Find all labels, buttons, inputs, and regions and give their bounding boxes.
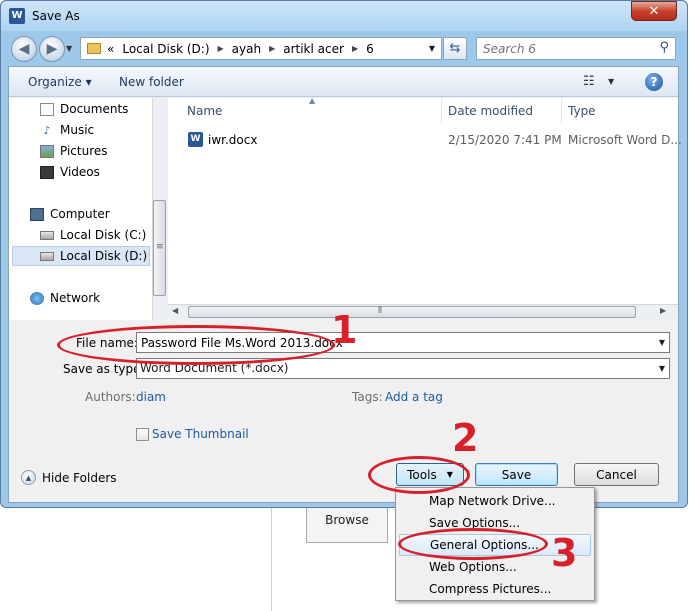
chevron-right-icon[interactable]: ▶	[218, 44, 224, 53]
chevron-down-icon[interactable]: ▼	[659, 338, 665, 347]
close-button[interactable]: ✕	[631, 1, 677, 21]
word-app-icon: W	[9, 8, 25, 24]
help-button[interactable]: ?	[645, 73, 663, 91]
new-folder-button[interactable]: New folder	[119, 75, 184, 89]
breadcrumb-artikl-acer[interactable]: artikl acer	[283, 42, 344, 56]
file-name-cell[interactable]: iwr.docx	[208, 133, 257, 147]
nav-item-pictures[interactable]: Pictures	[40, 141, 108, 161]
chevron-up-icon[interactable]: ▲	[21, 470, 36, 485]
chevron-down-icon[interactable]: ▼	[659, 359, 665, 378]
chevron-down-icon[interactable]: ▼	[608, 77, 614, 86]
column-divider[interactable]	[441, 99, 442, 123]
nav-item-label: Pictures	[60, 144, 108, 158]
file-list	[168, 98, 678, 304]
nav-item-music[interactable]: ♪ Music	[40, 120, 94, 140]
add-tag-link[interactable]: Add a tag	[385, 390, 443, 404]
nav-item-local-disk-d[interactable]: Local Disk (D:)	[40, 246, 147, 266]
nav-item-label: Computer	[50, 207, 110, 221]
forward-button[interactable]: ▶	[39, 36, 65, 62]
refresh-icon: ⇆	[449, 41, 461, 56]
drive-icon	[40, 251, 54, 261]
documents-icon	[40, 102, 54, 116]
address-bar[interactable]: « Local Disk (D:) ▶ ayah ▶ artikl acer ▶…	[80, 37, 442, 60]
cancel-button[interactable]: Cancel	[574, 463, 659, 486]
sort-ascending-icon: ▲	[309, 96, 316, 105]
nav-item-network[interactable]: Network	[30, 288, 100, 308]
save-as-type-label: Save as type:	[63, 362, 145, 376]
annotation-number-2: 2	[452, 416, 479, 460]
nav-item-label: Documents	[60, 102, 129, 116]
tags-label: Tags:	[352, 390, 383, 404]
folder-icon	[87, 43, 101, 54]
scroll-right-icon[interactable]: ▶	[660, 306, 666, 315]
save-button[interactable]: Save	[475, 463, 558, 486]
nav-item-documents[interactable]: Documents	[40, 99, 128, 119]
file-date-cell: 2/15/2020 7:41 PM	[448, 133, 562, 147]
column-divider[interactable]	[561, 99, 562, 123]
grip-icon: ≡	[156, 242, 164, 252]
music-icon: ♪	[43, 123, 51, 137]
nav-item-local-disk-c[interactable]: Local Disk (C:)	[40, 225, 146, 245]
file-type-cell: Microsoft Word D...	[568, 133, 682, 147]
annotation-number-3: 3	[551, 531, 578, 575]
background-divider	[271, 505, 272, 611]
save-thumbnail-checkbox[interactable]	[136, 428, 149, 441]
scroll-left-icon[interactable]: ◀	[172, 306, 178, 315]
breadcrumb-local-disk-d[interactable]: Local Disk (D:)	[122, 42, 209, 56]
chevron-right-icon[interactable]: ▶	[269, 44, 275, 53]
pictures-icon	[40, 144, 54, 158]
authors-value[interactable]: diam	[136, 390, 166, 404]
annotation-ellipse-filename	[57, 325, 335, 365]
arrow-left-icon: ◀	[18, 41, 30, 57]
breadcrumb-6[interactable]: 6	[366, 42, 374, 56]
column-header-name[interactable]: Name	[187, 104, 222, 118]
column-header-type[interactable]: Type	[568, 104, 596, 118]
nav-item-computer[interactable]: Computer	[30, 204, 110, 224]
command-bar	[9, 67, 678, 97]
authors-label: Authors:	[85, 390, 136, 404]
search-input[interactable]	[477, 38, 647, 59]
search-icon[interactable]: ⚲	[659, 40, 669, 55]
chevron-right-icon[interactable]: ▶	[352, 44, 358, 53]
drive-icon	[40, 230, 54, 240]
annotation-number-1: 1	[331, 308, 358, 352]
grip-icon: ⦀	[378, 306, 382, 316]
nav-item-label: Local Disk (D:)	[60, 249, 148, 263]
hide-folders-button[interactable]: Hide Folders	[42, 471, 117, 485]
word-document-icon: W	[188, 132, 203, 147]
save-thumbnail-label[interactable]: Save Thumbnail	[152, 427, 249, 441]
nav-item-label: Network	[50, 291, 101, 305]
videos-icon	[40, 165, 54, 179]
organize-button[interactable]: Organize ▾	[28, 75, 92, 89]
search-box[interactable]: ⚲	[476, 37, 676, 60]
horizontal-scrollbar-thumb[interactable]	[188, 306, 636, 318]
nav-item-label: Music	[60, 123, 95, 137]
nav-item-label: Local Disk (C:)	[60, 228, 147, 242]
chevron-down-icon[interactable]: ▼	[429, 44, 435, 53]
breadcrumb-overflow[interactable]: «	[107, 42, 114, 56]
column-header-date[interactable]: Date modified	[448, 104, 533, 118]
arrow-right-icon: ▶	[46, 41, 58, 57]
annotation-ellipse-general-options	[398, 528, 548, 560]
nav-item-label: Videos	[60, 165, 100, 179]
annotation-ellipse-tools	[368, 456, 470, 494]
menu-item-compress-pictures[interactable]: Compress Pictures...	[399, 578, 591, 600]
computer-icon	[30, 207, 44, 221]
window-title: Save As	[32, 9, 80, 23]
view-options-icon[interactable]: ☷	[583, 74, 595, 89]
recent-locations-dropdown[interactable]: ▼	[66, 44, 72, 53]
network-icon	[30, 291, 44, 305]
title-bar[interactable]	[1, 1, 687, 31]
nav-item-videos[interactable]: Videos	[40, 162, 100, 182]
refresh-button[interactable]: ⇆	[443, 37, 467, 60]
back-button[interactable]: ◀	[11, 36, 37, 62]
breadcrumb-ayah[interactable]: ayah	[232, 42, 261, 56]
